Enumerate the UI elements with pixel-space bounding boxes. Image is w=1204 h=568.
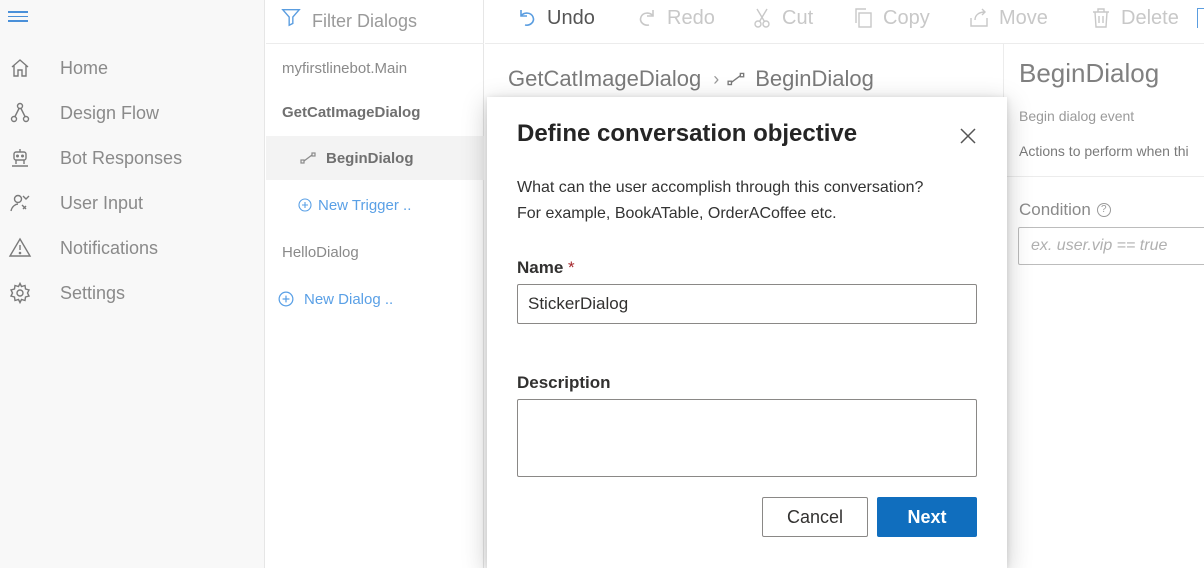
- move-icon: [970, 8, 988, 27]
- nav-label-design-flow: Design Flow: [60, 102, 160, 123]
- nav-label-home: Home: [60, 57, 109, 78]
- move-label: Move: [999, 6, 1048, 29]
- nav-item-settings[interactable]: Settings: [0, 273, 265, 313]
- delete-button[interactable]: Delete: [1089, 0, 1179, 36]
- new-dialog-link[interactable]: New Dialog ..: [266, 277, 484, 321]
- undo-button[interactable]: Undo: [515, 0, 595, 36]
- undo-label: Undo: [547, 6, 595, 29]
- add-circle-icon: [278, 291, 294, 307]
- nav-label-settings: Settings: [60, 282, 126, 303]
- dialog-label: HelloDialog: [282, 243, 359, 261]
- properties-description: Actions to perform when thi: [1019, 143, 1189, 159]
- user-input-icon: [10, 194, 30, 212]
- next-button[interactable]: Next: [877, 497, 977, 537]
- condition-label: Condition ?: [1019, 200, 1111, 220]
- modal-title: Define conversation objective: [517, 120, 858, 147]
- left-nav: Home Design Flow Bot Responses User Inpu…: [0, 0, 265, 568]
- dialog-label: myfirstlinebot.Main: [282, 59, 408, 77]
- trash-icon: [1093, 8, 1109, 28]
- warning-icon: [8, 237, 32, 257]
- breadcrumb-trigger[interactable]: BeginDialog: [755, 66, 874, 92]
- dialog-item-main[interactable]: myfirstlinebot.Main: [266, 46, 484, 90]
- name-field-value: StickerDialog: [528, 294, 629, 313]
- nav-label-bot-responses: Bot Responses: [60, 147, 183, 168]
- move-button[interactable]: Move: [967, 0, 1048, 36]
- copy-label: Copy: [883, 6, 930, 29]
- condition-placeholder: ex. user.vip == true: [1031, 237, 1168, 254]
- copy-icon: [855, 8, 872, 28]
- name-label-text: Name: [517, 258, 564, 277]
- trigger-item-begindialog[interactable]: BeginDialog: [266, 136, 484, 180]
- close-icon[interactable]: [957, 125, 979, 147]
- properties-divider: [1004, 176, 1204, 177]
- nav-label-user-input: User Input: [60, 192, 144, 213]
- modal-instructions-line2: For example, BookATable, OrderACoffee et…: [517, 205, 837, 222]
- scissors-icon: [754, 8, 770, 28]
- new-trigger-link[interactable]: New Trigger ..: [266, 183, 484, 227]
- description-label: Description: [517, 373, 611, 392]
- nav-item-notifications[interactable]: Notifications: [0, 228, 265, 268]
- cut-button[interactable]: Cut: [750, 0, 813, 36]
- redo-label: Redo: [667, 6, 715, 29]
- modal-instructions-line1: What can the user accomplish through thi…: [517, 179, 924, 196]
- condition-input[interactable]: ex. user.vip == true: [1018, 227, 1204, 265]
- trigger-icon: [727, 72, 745, 86]
- dialog-item-hello[interactable]: HelloDialog: [266, 230, 484, 274]
- delete-label: Delete: [1121, 6, 1179, 29]
- home-icon: [11, 59, 29, 77]
- nav-item-bot-responses[interactable]: Bot Responses: [0, 138, 265, 178]
- hamburger-menu-icon[interactable]: [8, 8, 32, 28]
- define-objective-modal: Define conversation objective What can t…: [487, 97, 1007, 568]
- filter-dialogs-input[interactable]: Filter Dialogs: [266, 0, 484, 44]
- toolbar: Undo Redo Cut Copy Move Delete: [485, 0, 1204, 44]
- dialog-item-getcatimage[interactable]: GetCatImageDialog: [266, 90, 484, 134]
- properties-title: BeginDialog: [1019, 58, 1160, 88]
- properties-pane: BeginDialog Begin dialog event Actions t…: [1003, 44, 1204, 568]
- dialog-label: GetCatImageDialog: [282, 103, 421, 121]
- required-marker: *: [568, 258, 575, 277]
- redo-icon: [639, 10, 654, 26]
- cancel-button[interactable]: Cancel: [762, 497, 868, 537]
- dialog-list-pane: Filter Dialogs myfirstlinebot.Main GetCa…: [266, 0, 484, 568]
- trigger-icon: [300, 152, 316, 164]
- redo-button[interactable]: Redo: [635, 0, 715, 36]
- undo-icon: [520, 10, 535, 26]
- cut-label: Cut: [782, 6, 814, 29]
- chevron-right-icon: ›: [713, 68, 720, 89]
- name-field[interactable]: StickerDialog: [517, 284, 977, 324]
- modal-instructions: What can the user accomplish through thi…: [517, 175, 987, 227]
- breadcrumb: GetCatImageDialog › BeginDialog: [508, 66, 874, 92]
- nav-item-user-input[interactable]: User Input: [0, 183, 265, 223]
- nav-label-notifications: Notifications: [60, 237, 159, 258]
- overflow-icon[interactable]: [1197, 8, 1204, 28]
- new-dialog-label: New Dialog ..: [304, 290, 394, 308]
- properties-subtitle: Begin dialog event: [1019, 108, 1135, 124]
- nav-item-design-flow[interactable]: Design Flow: [0, 93, 265, 133]
- trigger-label: BeginDialog: [326, 149, 414, 167]
- gear-icon: [9, 281, 31, 305]
- new-trigger-label: New Trigger ..: [318, 196, 412, 214]
- bot-icon: [12, 149, 28, 167]
- filter-placeholder: Filter Dialogs: [312, 11, 418, 31]
- name-label: Name *: [517, 258, 575, 278]
- filter-icon: [281, 8, 301, 27]
- description-field[interactable]: [517, 399, 977, 477]
- help-icon[interactable]: ?: [1096, 203, 1111, 217]
- add-circle-icon: [298, 198, 312, 212]
- condition-label-text: Condition: [1019, 200, 1091, 219]
- nav-item-home[interactable]: Home: [0, 48, 265, 88]
- breadcrumb-dialog[interactable]: GetCatImageDialog: [508, 66, 701, 92]
- flow-icon: [10, 102, 30, 123]
- copy-button[interactable]: Copy: [851, 0, 930, 36]
